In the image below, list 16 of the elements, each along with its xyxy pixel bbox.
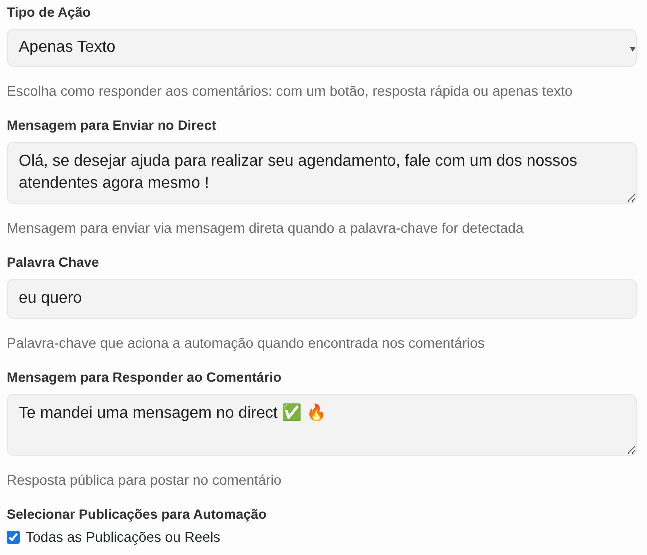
checkbox[interactable]	[7, 530, 20, 544]
caret-icon	[630, 47, 636, 52]
select-field[interactable]: Apenas Texto	[7, 29, 637, 67]
help-text: Palavra-chave que aciona a automação quando encontrada nos comentários	[7, 335, 486, 352]
text-area-field[interactable]: Olá, se desejar ajuda para realizar seu agendamento, fale com um dos nossos atendentes agora mesmo !	[7, 142, 637, 204]
field-label: Tipo de Ação	[7, 4, 92, 22]
checkbox-label[interactable]: Todas as Publicações ou Reels	[26, 529, 221, 545]
field-label: Mensagem para Responder ao Comentário	[7, 369, 283, 387]
help-text: Resposta pública para postar no comentário	[7, 472, 283, 489]
help-text: Escolha como responder aos comentários: com um botão, resposta rápida ou apenas texto	[7, 83, 574, 100]
field-label: Selecionar Publicações para Automação	[7, 506, 268, 524]
text-area-field[interactable]: Te mandei uma mensagem no direct ✅ 🔥	[7, 394, 637, 456]
input-field[interactable]: eu quero	[7, 279, 637, 319]
field-label: Mensagem para Enviar no Direct	[7, 117, 218, 135]
field-label: Palavra Chave	[7, 254, 100, 272]
help-text: Mensagem para enviar via mensagem direta quando a palavra-chave for detectada	[7, 220, 525, 237]
